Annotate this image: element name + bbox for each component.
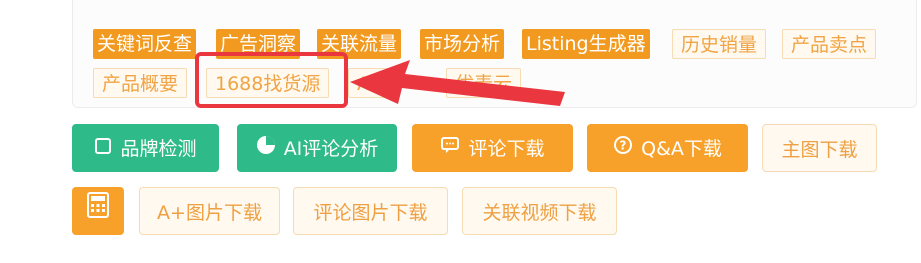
ai-review-analysis-button[interactable]: AI评论分析 xyxy=(237,124,397,172)
review-image-download-button[interactable]: 评论图片下载 xyxy=(293,187,448,235)
tag-selling-points[interactable]: 产品卖点 xyxy=(782,29,877,59)
review-download-label: 评论下载 xyxy=(468,137,545,160)
related-video-download-label: 关联视频下载 xyxy=(482,201,597,224)
chat-icon xyxy=(440,125,460,173)
main-image-download-label: 主图下载 xyxy=(781,138,858,161)
pie-chart-icon xyxy=(256,125,276,173)
highlight-box xyxy=(195,52,348,108)
review-download-button[interactable]: 评论下载 xyxy=(412,124,573,172)
checkbox-icon xyxy=(94,125,112,173)
main-image-download-button[interactable]: 主图下载 xyxy=(762,124,877,172)
brand-check-button[interactable]: 品牌检测 xyxy=(72,124,219,172)
related-video-download-button[interactable]: 关联视频下载 xyxy=(462,187,617,235)
ai-review-analysis-label: AI评论分析 xyxy=(283,137,379,160)
aplus-image-download-label: A+图片下载 xyxy=(157,201,262,224)
aplus-image-download-button[interactable]: A+图片下载 xyxy=(139,187,280,235)
brand-check-label: 品牌检测 xyxy=(120,137,197,160)
pointer-arrow-icon xyxy=(350,60,565,106)
qa-download-label: Q&A下载 xyxy=(641,137,722,160)
question-icon: ? xyxy=(613,125,633,173)
review-image-download-label: 评论图片下载 xyxy=(313,201,428,224)
tag-product-summary[interactable]: 产品概要 xyxy=(93,68,188,98)
calculator-button[interactable] xyxy=(72,187,124,235)
calculator-icon xyxy=(87,188,109,236)
qa-download-button[interactable]: ? Q&A下载 xyxy=(587,124,748,172)
svg-text:?: ? xyxy=(620,138,627,152)
tag-keyword-reverse[interactable]: 关键词反查 xyxy=(93,29,197,59)
tag-sales-history[interactable]: 历史销量 xyxy=(672,29,767,59)
